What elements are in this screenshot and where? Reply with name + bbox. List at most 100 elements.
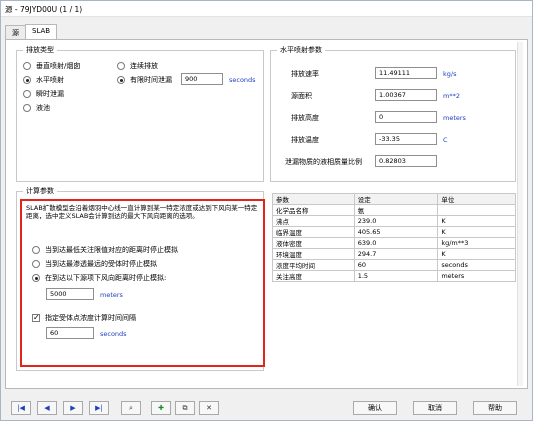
radio-continuous-label: 连续排放 — [130, 62, 158, 70]
distance-unit: meters — [100, 291, 123, 299]
liquid-fraction-input[interactable]: 0.82803 — [375, 155, 437, 167]
table-row: 临界温度 405.65 K — [272, 226, 516, 238]
radio-stop-loc-dot — [32, 246, 40, 254]
table-cell: K — [437, 226, 516, 238]
release-height-input[interactable]: 0 — [375, 111, 437, 123]
radio-stop-distance-dot — [32, 274, 40, 282]
header-param: 参数 — [272, 193, 355, 205]
table-row: 环境温度 294.7 K — [272, 248, 516, 260]
vertical-scrollbar[interactable] — [517, 42, 523, 386]
table-cell: kg/m**3 — [437, 237, 516, 249]
radio-continuous-dot — [117, 62, 125, 70]
first-record-button[interactable]: |◀ — [11, 401, 31, 415]
table-cell: 临界温度 — [272, 226, 355, 238]
radio-stop-loc-label: 当到达最低关注限值对应的距离时停止模拟 — [45, 246, 178, 254]
table-cell: 浓度平均时间 — [272, 259, 355, 271]
table-row: 沸点 239.0 K — [272, 215, 516, 227]
table-cell: seconds — [437, 259, 516, 271]
table-cell: 关注高度 — [272, 270, 355, 282]
add-record-button[interactable]: ✚ — [151, 401, 171, 415]
slab-panel: 排放类型 垂直喷射/烟囱 水平喷射 瞬时泄漏 液池 连续排放 有限时间泄漏 90… — [5, 39, 528, 389]
tab-source[interactable]: 源 — [5, 25, 26, 39]
release-type-group: 排放类型 垂直喷射/烟囱 水平喷射 瞬时泄漏 液池 连续排放 有限时间泄漏 90… — [16, 45, 264, 182]
cancel-button[interactable]: 取消 — [413, 401, 457, 415]
radio-horizontal-jet[interactable]: 水平喷射 — [23, 75, 64, 85]
radio-stop-receptor-label: 当到达最渗透最远的受体时停止模拟 — [45, 260, 157, 268]
radio-finite-duration-label: 有限时间泄漏 — [130, 76, 172, 84]
last-record-button[interactable]: ▶| — [89, 401, 109, 415]
source-area-label: 源面积 — [291, 92, 312, 100]
prev-record-icon: ◀ — [44, 403, 50, 412]
radio-stop-receptor[interactable]: 当到达最渗透最远的受体时停止模拟 — [32, 259, 157, 269]
interval-unit: seconds — [100, 330, 127, 338]
table-cell: 60 — [353, 259, 439, 271]
radio-stop-receptor-dot — [32, 260, 40, 268]
release-temp-unit: C — [443, 136, 448, 144]
radio-horizontal-jet-label: 水平喷射 — [36, 76, 64, 84]
radio-vertical-jet[interactable]: 垂直喷射/烟囱 — [23, 61, 80, 71]
table-cell: K — [437, 248, 516, 260]
interval-checkbox-box — [32, 313, 40, 323]
first-record-icon: |◀ — [17, 403, 25, 412]
table-row: 化学品名称 氨 — [272, 204, 516, 216]
radio-stop-distance[interactable]: 在到达以下源项下风向距离时停止模拟: — [32, 273, 166, 283]
binoculars-icon: ⌕ — [129, 403, 133, 412]
distance-input[interactable]: 5000 — [46, 288, 94, 300]
source-area-input[interactable]: 1.00367 — [375, 89, 437, 101]
table-cell: 1.5 — [353, 270, 439, 282]
calc-description: SLAB扩散模型会沿着烟羽中心线一直计算到某一特定浓度或达到下风向某一特定距离，… — [26, 204, 258, 220]
radio-vertical-jet-dot — [23, 62, 31, 70]
delete-icon: ✕ — [206, 403, 212, 412]
horizontal-jet-legend: 水平喷射参数 — [277, 45, 325, 55]
help-button[interactable]: 帮助 — [473, 401, 517, 415]
table-cell: 405.65 — [353, 226, 439, 238]
source-area-unit: m**2 — [443, 92, 460, 100]
interval-input[interactable]: 60 — [46, 327, 94, 339]
calc-params-legend: 计算参数 — [23, 186, 57, 196]
last-record-icon: ▶| — [95, 403, 103, 412]
radio-continuous[interactable]: 连续排放 — [117, 61, 158, 71]
release-rate-input[interactable]: 11.49111 — [375, 67, 437, 79]
delete-record-button[interactable]: ✕ — [199, 401, 219, 415]
duration-unit: seconds — [229, 76, 256, 84]
table-cell: meters — [437, 270, 516, 282]
ok-button[interactable]: 确认 — [353, 401, 397, 415]
release-height-label: 排放高度 — [291, 114, 319, 122]
radio-pool-label: 液池 — [36, 104, 50, 112]
release-type-legend: 排放类型 — [23, 45, 57, 55]
copy-record-button[interactable]: ⧉ — [175, 401, 195, 415]
radio-finite-duration[interactable]: 有限时间泄漏 — [117, 75, 172, 85]
table-cell: 239.0 — [353, 215, 439, 227]
radio-instantaneous[interactable]: 瞬时泄漏 — [23, 89, 64, 99]
release-temp-input[interactable]: -33.35 — [375, 133, 437, 145]
radio-stop-loc[interactable]: 当到达最低关注限值对应的距离时停止模拟 — [32, 245, 178, 255]
release-rate-unit: kg/s — [443, 70, 457, 78]
property-table: 参数 设定 单位 化学品名称 氨 沸点 239.0 K 临界温度 405.65 … — [272, 193, 516, 282]
table-cell — [437, 204, 516, 216]
highlight-box — [20, 199, 265, 367]
radio-stop-distance-label: 在到达以下源项下风向距离时停止模拟: — [45, 274, 167, 282]
title-bar: 源 - 79JYD00U (1 / 1) — [1, 1, 532, 17]
table-cell: 氨 — [353, 204, 439, 216]
radio-vertical-jet-label: 垂直喷射/烟囱 — [36, 62, 81, 70]
radio-horizontal-jet-dot — [23, 76, 31, 84]
radio-finite-duration-dot — [117, 76, 125, 84]
duration-input[interactable]: 900 — [181, 73, 223, 85]
release-height-unit: meters — [443, 114, 466, 122]
bottom-toolbar: |◀ ◀ ▶ ▶| ⌕ ✚ ⧉ ✕ 确认 取消 帮助 — [1, 393, 532, 420]
table-row: 关注高度 1.5 meters — [272, 270, 516, 282]
next-record-button[interactable]: ▶ — [63, 401, 83, 415]
search-button[interactable]: ⌕ — [121, 401, 141, 415]
interval-checkbox[interactable]: 指定受体点浓度计算时间间隔 — [32, 313, 136, 323]
tab-slab[interactable]: SLAB — [25, 24, 58, 39]
liquid-fraction-label: 泄漏物质的液相质量比例 — [285, 158, 362, 166]
dialog-window: 源 - 79JYD00U (1 / 1) 源 SLAB 排放类型 垂直喷射/烟囱… — [0, 0, 533, 421]
prev-record-button[interactable]: ◀ — [37, 401, 57, 415]
table-cell: 液体密度 — [272, 237, 355, 249]
next-record-icon: ▶ — [70, 403, 76, 412]
add-icon: ✚ — [158, 403, 164, 412]
radio-pool[interactable]: 液池 — [23, 103, 50, 113]
table-cell: 294.7 — [353, 248, 439, 260]
radio-instantaneous-label: 瞬时泄漏 — [36, 90, 64, 98]
interval-checkbox-label: 指定受体点浓度计算时间间隔 — [45, 314, 136, 322]
